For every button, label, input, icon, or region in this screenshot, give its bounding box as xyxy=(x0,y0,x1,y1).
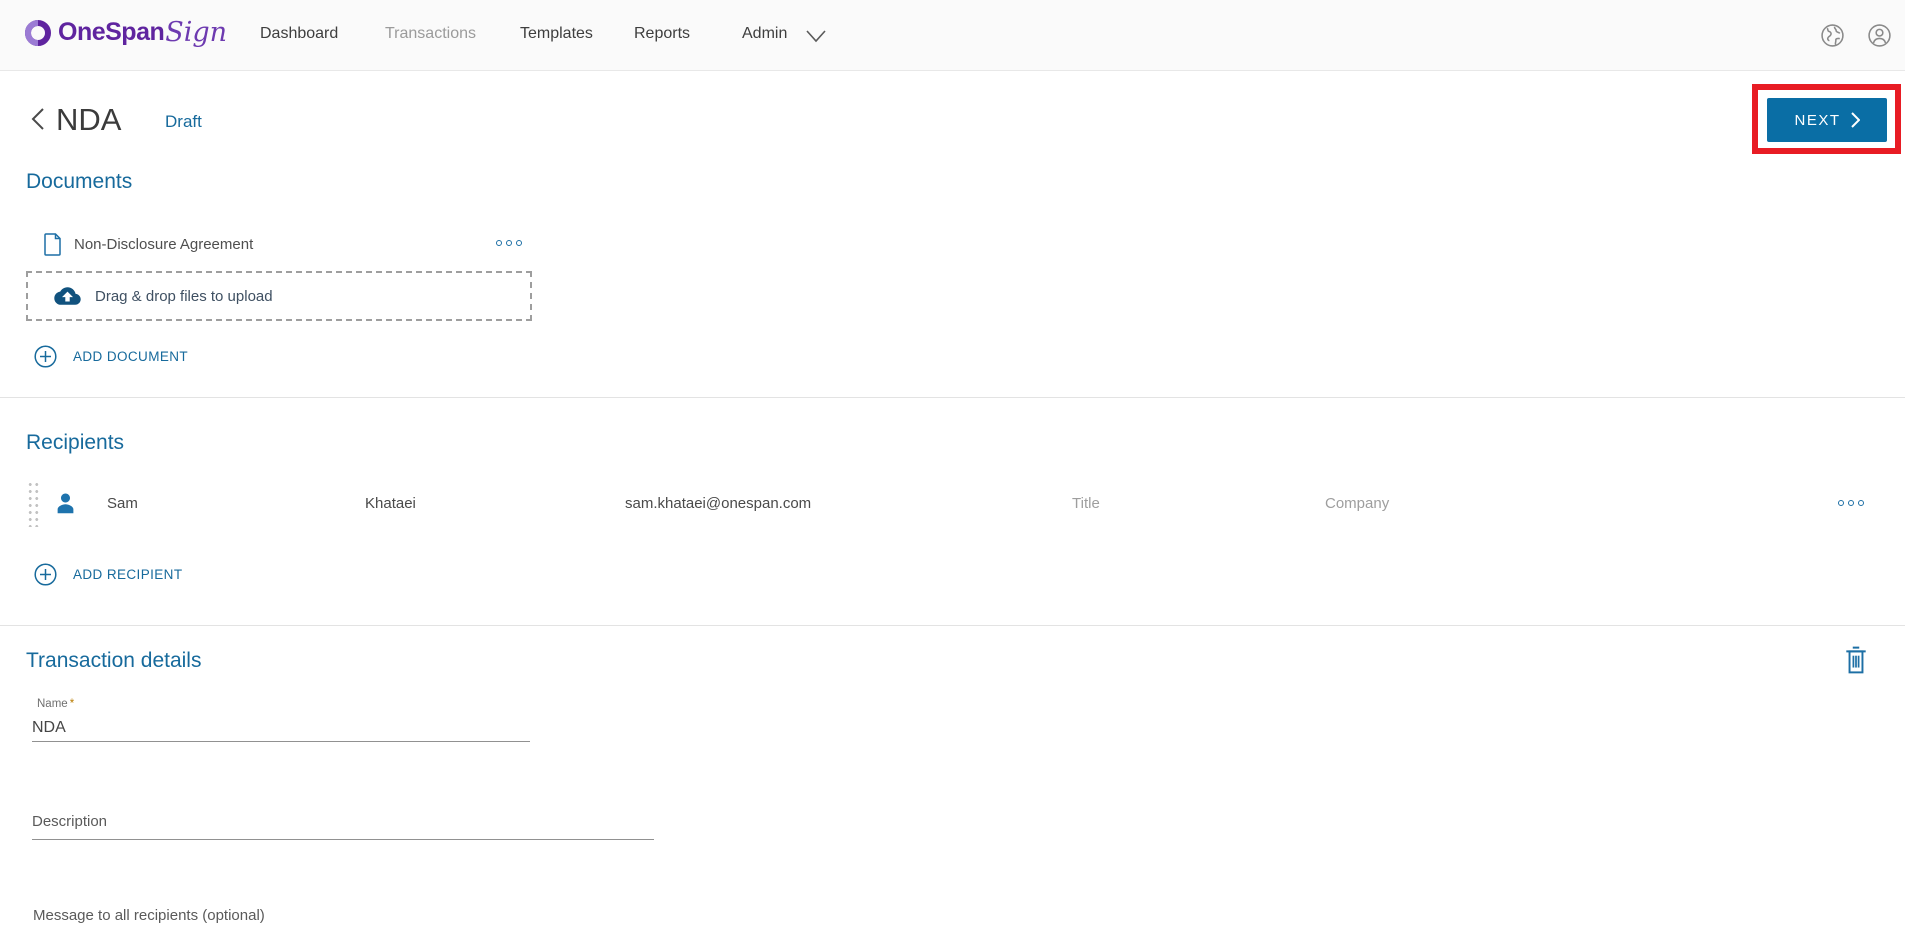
onespan-ring-icon xyxy=(24,19,52,47)
message-to-recipients-input[interactable] xyxy=(33,900,655,930)
recipient-first-name[interactable]: Sam xyxy=(107,495,138,512)
add-document-label: ADD DOCUMENT xyxy=(73,349,188,364)
add-recipient-label: ADD RECIPIENT xyxy=(73,567,182,582)
circled-plus-icon xyxy=(34,563,57,586)
name-input[interactable] xyxy=(32,714,530,742)
add-recipient-button[interactable]: ADD RECIPIENT xyxy=(34,563,182,586)
next-button[interactable]: NEXT xyxy=(1767,98,1887,142)
document-name: Non-Disclosure Agreement xyxy=(74,236,253,253)
logo-product-text: Sign xyxy=(165,17,227,48)
section-divider xyxy=(0,397,1905,398)
chevron-right-icon xyxy=(1851,112,1860,128)
chevron-down-icon[interactable] xyxy=(805,29,827,43)
globe-icon[interactable] xyxy=(1820,23,1845,48)
person-icon xyxy=(52,489,79,516)
page-title: NDA xyxy=(56,102,121,138)
nav-item-reports[interactable]: Reports xyxy=(634,25,690,43)
user-icon[interactable] xyxy=(1867,23,1892,48)
top-navigation-bar: OneSpan Sign Dashboard Transactions Temp… xyxy=(0,0,1905,71)
documents-heading: Documents xyxy=(26,170,132,194)
add-document-button[interactable]: ADD DOCUMENT xyxy=(34,345,188,368)
recipient-email[interactable]: sam.khataei@onespan.com xyxy=(625,495,811,512)
file-dropzone[interactable]: Drag & drop files to upload xyxy=(26,271,532,321)
description-input[interactable] xyxy=(32,804,654,840)
onespan-sign-logo[interactable]: OneSpan Sign xyxy=(24,17,227,48)
next-button-label: NEXT xyxy=(1794,112,1840,129)
recipient-last-name[interactable]: Khataei xyxy=(365,495,416,512)
recipients-heading: Recipients xyxy=(26,431,124,455)
file-icon xyxy=(44,233,62,256)
dropzone-label: Drag & drop files to upload xyxy=(95,288,273,305)
recipient-ellipsis-menu-icon[interactable] xyxy=(1834,496,1868,510)
circled-plus-icon xyxy=(34,345,57,368)
nav-item-transactions[interactable]: Transactions xyxy=(385,25,476,43)
status-draft-link[interactable]: Draft xyxy=(165,112,202,132)
nav-item-admin[interactable]: Admin xyxy=(742,25,787,43)
nav-item-templates[interactable]: Templates xyxy=(520,25,593,43)
logo-brand-text: OneSpan xyxy=(58,18,164,47)
trash-icon[interactable] xyxy=(1843,646,1869,674)
section-divider xyxy=(0,625,1905,626)
drag-handle[interactable] xyxy=(27,481,40,527)
recipient-company-field[interactable]: Company xyxy=(1325,495,1389,512)
recipient-title-field[interactable]: Title xyxy=(1072,495,1100,512)
required-marker: * xyxy=(70,698,74,710)
transaction-details-heading: Transaction details xyxy=(26,649,201,673)
name-field-label: Name* xyxy=(37,698,74,710)
back-chevron-icon[interactable] xyxy=(30,107,46,131)
cloud-upload-icon xyxy=(54,285,81,307)
document-ellipsis-menu-icon[interactable] xyxy=(492,236,526,250)
nav-item-dashboard[interactable]: Dashboard xyxy=(260,25,338,43)
